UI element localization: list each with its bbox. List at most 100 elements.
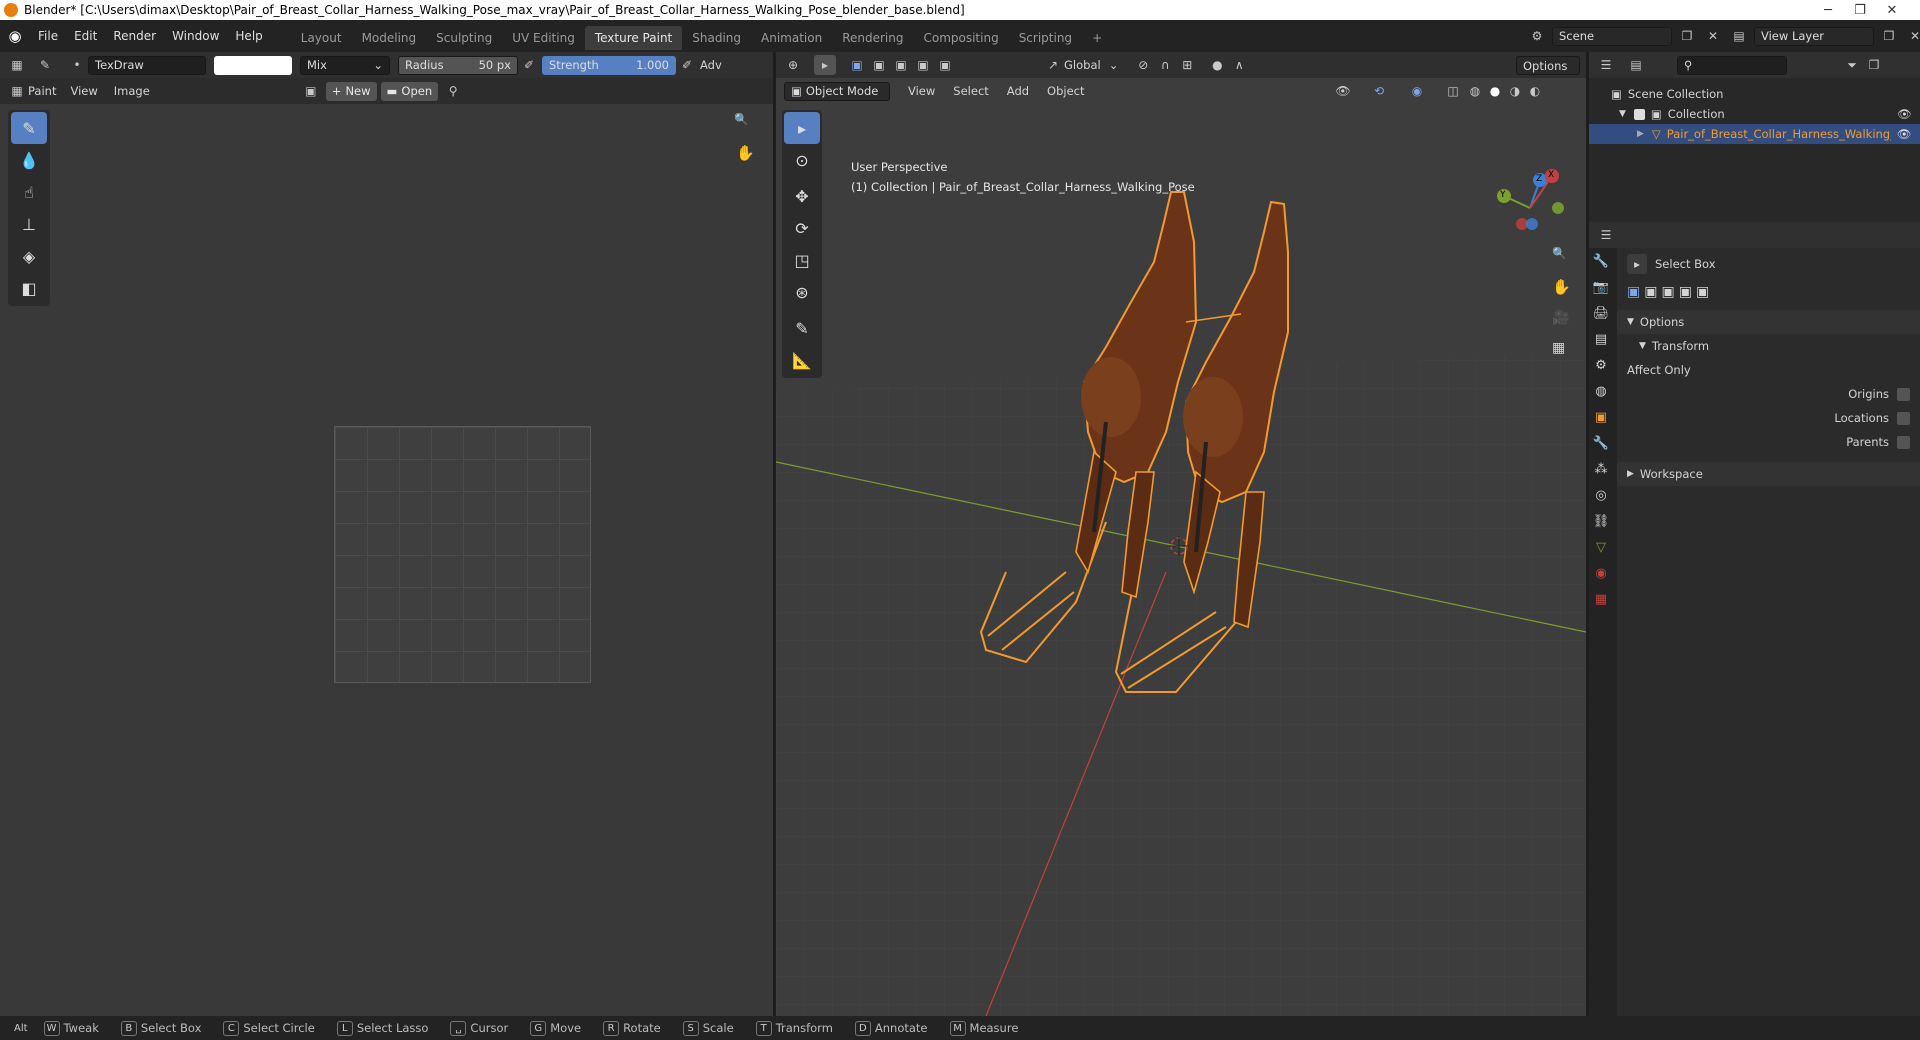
expand-arrow-icon[interactable]: ▼: [1619, 109, 1626, 119]
radius-slider[interactable]: Radius 50 px: [398, 55, 518, 75]
menu-window[interactable]: Window: [164, 20, 227, 52]
uv-grid[interactable]: [334, 426, 591, 683]
parents-checkbox[interactable]: [1897, 435, 1910, 449]
expand-arrow-icon[interactable]: ▶: [1637, 129, 1644, 139]
menu-render[interactable]: Render: [105, 20, 164, 52]
material-tab-icon[interactable]: ◉: [1589, 560, 1613, 586]
view-layer-icon[interactable]: ▤: [1728, 26, 1750, 46]
outliner-collection-row[interactable]: ▼ ▣ Collection 👁: [1589, 104, 1920, 124]
tool-scale-icon[interactable]: ◳: [784, 244, 820, 276]
pan-hand-icon[interactable]: ✋: [736, 144, 755, 162]
collection-checkbox[interactable]: [1633, 108, 1645, 120]
tool-tab-icon[interactable]: 🔧: [1589, 248, 1613, 274]
tab-scripting[interactable]: Scripting: [1009, 26, 1082, 50]
tool-draw-icon[interactable]: ✎: [11, 112, 47, 144]
camera-view-icon[interactable]: 🎥: [1552, 310, 1569, 326]
data-tab-icon[interactable]: ▽: [1589, 534, 1613, 560]
open-image-button[interactable]: ▬ Open: [380, 81, 439, 101]
outliner-scene-collection[interactable]: ▣ Scene Collection: [1589, 84, 1920, 104]
ortho-toggle-icon[interactable]: ▦: [1552, 340, 1565, 356]
tool-select-box-icon[interactable]: ▸: [784, 112, 820, 144]
tab-compositing[interactable]: Compositing: [913, 26, 1008, 50]
add-workspace-button[interactable]: +: [1082, 26, 1112, 50]
tool-rotate-icon[interactable]: ⟳: [784, 212, 820, 244]
world-tab-icon[interactable]: ◍: [1589, 378, 1613, 404]
tool-cursor-icon[interactable]: ⊙: [784, 144, 820, 176]
view-layer-field[interactable]: View Layer: [1754, 26, 1874, 46]
tab-shading[interactable]: Shading: [682, 26, 751, 50]
tool-mask-icon[interactable]: ◧: [11, 272, 47, 304]
tab-texture-paint[interactable]: Texture Paint: [584, 26, 683, 50]
tool-soften-icon[interactable]: 💧: [11, 144, 47, 176]
properties-editor-type-icon[interactable]: ☰: [1595, 225, 1617, 245]
select-mode-subtract-icon[interactable]: ▣: [1661, 284, 1674, 300]
view-layer-tab-icon[interactable]: ▤: [1589, 326, 1613, 352]
transform-subpanel-header[interactable]: ▼ Transform: [1617, 334, 1920, 358]
locations-row[interactable]: Locations: [1617, 406, 1920, 430]
image-browse-icon[interactable]: ▣: [300, 81, 322, 101]
brush-color-swatch[interactable]: [214, 55, 292, 75]
tab-modeling[interactable]: Modeling: [352, 26, 427, 50]
image-view-menu[interactable]: View: [70, 84, 97, 98]
scene-field[interactable]: Scene: [1552, 26, 1672, 46]
tool-annotate-icon[interactable]: ✎: [784, 312, 820, 344]
editor-type-icon[interactable]: ▦: [6, 55, 28, 75]
brush-icon[interactable]: ✎: [34, 55, 56, 75]
tab-animation[interactable]: Animation: [751, 26, 832, 50]
tool-measure-icon[interactable]: 📐: [784, 344, 820, 376]
tab-layout[interactable]: Layout: [291, 26, 352, 50]
brush-name-field[interactable]: TexDraw: [88, 55, 206, 75]
display-mode-icon[interactable]: ▤: [1625, 55, 1647, 75]
locations-checkbox[interactable]: [1897, 411, 1910, 425]
output-tab-icon[interactable]: 🖨: [1589, 300, 1613, 326]
advanced-menu[interactable]: Adv: [700, 58, 722, 72]
select-mode-invert-icon[interactable]: ▣: [1679, 284, 1692, 300]
constraints-tab-icon[interactable]: ⛓: [1589, 508, 1613, 534]
zoom-icon[interactable]: 🔍: [734, 112, 748, 126]
select-mode-intersect-icon[interactable]: ▣: [1696, 284, 1709, 300]
tool-clone-icon[interactable]: ⊥: [11, 208, 47, 240]
viewport-pan-icon[interactable]: ✋: [1552, 278, 1571, 296]
scene-tab-icon[interactable]: ⚙: [1589, 352, 1613, 378]
new-collection-icon[interactable]: ❐: [1863, 55, 1885, 75]
delete-view-layer-icon[interactable]: ✕: [1904, 26, 1920, 46]
texture-tab-icon[interactable]: ▦: [1589, 586, 1613, 612]
eye-icon[interactable]: 👁: [1897, 107, 1912, 121]
scene-icon[interactable]: ⚙: [1526, 26, 1548, 46]
minimize-button[interactable]: ─: [1814, 0, 1842, 20]
origins-row[interactable]: Origins: [1617, 382, 1920, 406]
maximize-button[interactable]: ❐: [1846, 0, 1874, 20]
tab-uv-editing[interactable]: UV Editing: [502, 26, 585, 50]
pin-icon[interactable]: ⚲: [442, 81, 464, 101]
menu-help[interactable]: Help: [227, 20, 270, 52]
render-tab-icon[interactable]: 📷: [1589, 274, 1613, 300]
origins-checkbox[interactable]: [1897, 387, 1910, 401]
3d-viewport[interactable]: ⊕ ▸ ▣ ▣ ▣ ▣ ▣ ↗ Global ⌄ ⊘ ∩ ⊞ ● ∧ Optio…: [776, 52, 1586, 1016]
blend-mode-select[interactable]: Mix ⌄: [300, 55, 390, 75]
options-panel-header[interactable]: ▼ Options: [1617, 310, 1920, 334]
eye-icon[interactable]: 👁: [1897, 127, 1912, 141]
delete-scene-icon[interactable]: ✕: [1702, 26, 1724, 46]
select-mode-new-icon[interactable]: ▣: [1627, 284, 1640, 300]
close-button[interactable]: ✕: [1878, 0, 1906, 20]
tool-smear-icon[interactable]: ☝: [11, 176, 47, 208]
select-mode-extend-icon[interactable]: ▣: [1644, 284, 1657, 300]
menu-file[interactable]: File: [30, 20, 66, 52]
physics-tab-icon[interactable]: ◎: [1589, 482, 1613, 508]
paint-mode-select[interactable]: Paint: [28, 84, 56, 98]
tab-sculpting[interactable]: Sculpting: [426, 26, 502, 50]
strength-slider[interactable]: Strength 1.000: [542, 55, 676, 75]
tab-rendering[interactable]: Rendering: [832, 26, 913, 50]
new-image-button[interactable]: + New: [325, 81, 377, 101]
menu-edit[interactable]: Edit: [66, 20, 105, 52]
outliner-object-row[interactable]: ▶ ▽ Pair_of_Breast_Collar_Harness_Walkin…: [1589, 124, 1920, 144]
navigation-gizmo[interactable]: Z Y X: [1490, 168, 1570, 238]
workspace-panel-header[interactable]: ▶ Workspace: [1617, 462, 1920, 486]
new-view-layer-icon[interactable]: ❐: [1878, 26, 1900, 46]
object-tab-icon[interactable]: ▣: [1589, 404, 1613, 430]
particles-tab-icon[interactable]: ⁂: [1589, 456, 1613, 482]
strength-pressure-icon[interactable]: ✐: [676, 55, 698, 75]
tool-transform-icon[interactable]: ⊛: [784, 276, 820, 308]
new-scene-icon[interactable]: ❐: [1676, 26, 1698, 46]
viewport-zoom-icon[interactable]: 🔍: [1552, 246, 1566, 260]
